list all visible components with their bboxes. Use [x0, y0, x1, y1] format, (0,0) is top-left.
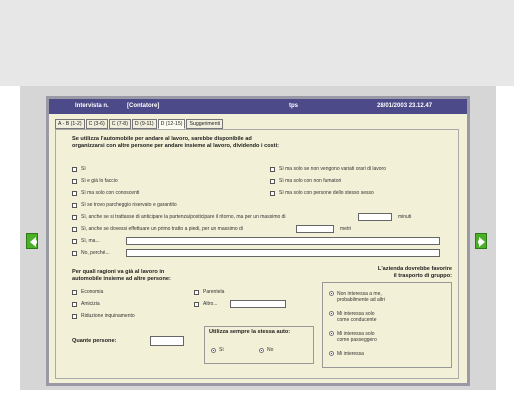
minutes-unit: minuti: [398, 214, 412, 220]
minutes-input[interactable]: [358, 213, 392, 221]
radio-button[interactable]: [329, 291, 334, 296]
checkbox[interactable]: [72, 250, 77, 256]
transport-option-altri[interactable]: Non interessa a me, probabilmente ad alt…: [329, 291, 385, 303]
tab-panel: Se utilizza l'automobile per andare al l…: [55, 129, 459, 379]
persons-label: Quante persone:: [72, 338, 117, 344]
option-parcheggio[interactable]: Sì se trovo parcheggio riservato e garan…: [72, 202, 177, 208]
interview-window: Intervista n. [Contatore] tps 28/01/2003…: [46, 96, 470, 386]
option-no-perche[interactable]: No, perché...: [72, 250, 110, 256]
checkbox[interactable]: [72, 313, 77, 319]
transport-option-passeggero[interactable]: Mi interessa solo come passeggero: [329, 331, 377, 343]
checkbox[interactable]: [72, 178, 77, 184]
option-anticipare[interactable]: Sì, anche se si trattasse di anticipare …: [72, 214, 286, 220]
option-parentela[interactable]: Parentela: [194, 289, 224, 295]
counter-label: [Contatore]: [127, 103, 160, 109]
option-conoscenti[interactable]: Sì ma solo con conoscenti: [72, 190, 139, 196]
option-altro[interactable]: Altro...: [194, 301, 217, 307]
checkbox[interactable]: [72, 301, 77, 307]
option-inquinamento[interactable]: Riduzione inquinamento: [72, 313, 135, 319]
option-stesso-sesso[interactable]: Sì ma solo con persone dello stesso sess…: [270, 190, 374, 196]
checkbox[interactable]: [72, 214, 77, 220]
checkbox[interactable]: [72, 190, 77, 196]
option-gia-faccio[interactable]: Sì e già lo faccio: [72, 178, 118, 184]
altro-input[interactable]: [230, 300, 286, 308]
transport-option-interessa[interactable]: Mi interessa: [329, 351, 364, 357]
same-car-si[interactable]: Sì: [211, 347, 224, 353]
arrow-right-icon: [478, 237, 485, 247]
transport-option-conducente[interactable]: Mi interessa solo come conducente: [329, 311, 376, 323]
tab-d-9-11[interactable]: D (9-11): [131, 119, 157, 129]
carpool-question: Se utilizza l'automobile per andare al l…: [72, 136, 280, 149]
tab-c-3-6[interactable]: C (3-6): [85, 119, 108, 129]
checkbox[interactable]: [194, 289, 199, 295]
tab-suggerimenti[interactable]: Suggerimenti: [186, 119, 224, 129]
group-transport-box: Non interessa a me, probabilmente ad alt…: [322, 282, 452, 368]
meters-unit: metri: [340, 226, 352, 232]
option-piedi[interactable]: Sì, anche se dovessi effettuare un primo…: [72, 226, 243, 232]
checkbox[interactable]: [72, 202, 77, 208]
radio-button[interactable]: [259, 347, 264, 353]
option-amicizia[interactable]: Amicizia: [72, 301, 100, 307]
option-orari[interactable]: Sì ma solo se non vengono variati orari …: [270, 166, 386, 172]
meters-input[interactable]: [296, 225, 334, 233]
checkbox[interactable]: [270, 190, 275, 196]
checkbox[interactable]: [72, 289, 77, 295]
checkbox[interactable]: [72, 226, 77, 232]
tab-c-7-8[interactable]: C (7-8): [108, 119, 131, 129]
datetime: 28/01/2003 23.12.47: [377, 103, 433, 109]
no-perche-input[interactable]: [126, 249, 440, 257]
title-bar: Intervista n. [Contatore] tps 28/01/2003…: [49, 99, 467, 114]
tab-a-b[interactable]: A - B (1-2): [55, 119, 85, 129]
app-code: tps: [289, 103, 298, 109]
reasons-question: Per quali ragioni va già al lavoro in au…: [72, 269, 171, 282]
top-background: [0, 0, 514, 86]
same-car-no[interactable]: No: [259, 347, 273, 353]
same-car-label: Utilizza sempre la stessa auto:: [209, 329, 291, 335]
checkbox[interactable]: [270, 166, 275, 172]
group-transport-title: L'azienda dovrebbe favorire il trasporto…: [377, 266, 452, 279]
option-non-fumatori[interactable]: Sì ma solo con non fumatori: [270, 178, 341, 184]
option-si-ma[interactable]: Sì, ma...: [72, 238, 100, 244]
radio-button[interactable]: [211, 347, 216, 353]
same-car-group: Utilizza sempre la stessa auto: Sì No: [204, 326, 314, 364]
checkbox[interactable]: [194, 301, 199, 307]
radio-button[interactable]: [329, 351, 334, 356]
interview-label: Intervista n.: [75, 103, 109, 109]
tab-d-12-15[interactable]: D (12-15): [157, 119, 186, 129]
previous-page-button[interactable]: [26, 233, 38, 249]
radio-button[interactable]: [329, 331, 334, 336]
checkbox[interactable]: [72, 238, 77, 244]
si-ma-input[interactable]: [126, 237, 440, 245]
option-economia[interactable]: Economia: [72, 289, 103, 295]
checkbox[interactable]: [270, 178, 275, 184]
option-si[interactable]: Sì: [72, 166, 86, 172]
persons-input[interactable]: [150, 336, 184, 346]
checkbox[interactable]: [72, 166, 77, 172]
arrow-left-icon: [30, 237, 37, 247]
next-page-button[interactable]: [475, 233, 487, 249]
radio-button[interactable]: [329, 311, 334, 316]
